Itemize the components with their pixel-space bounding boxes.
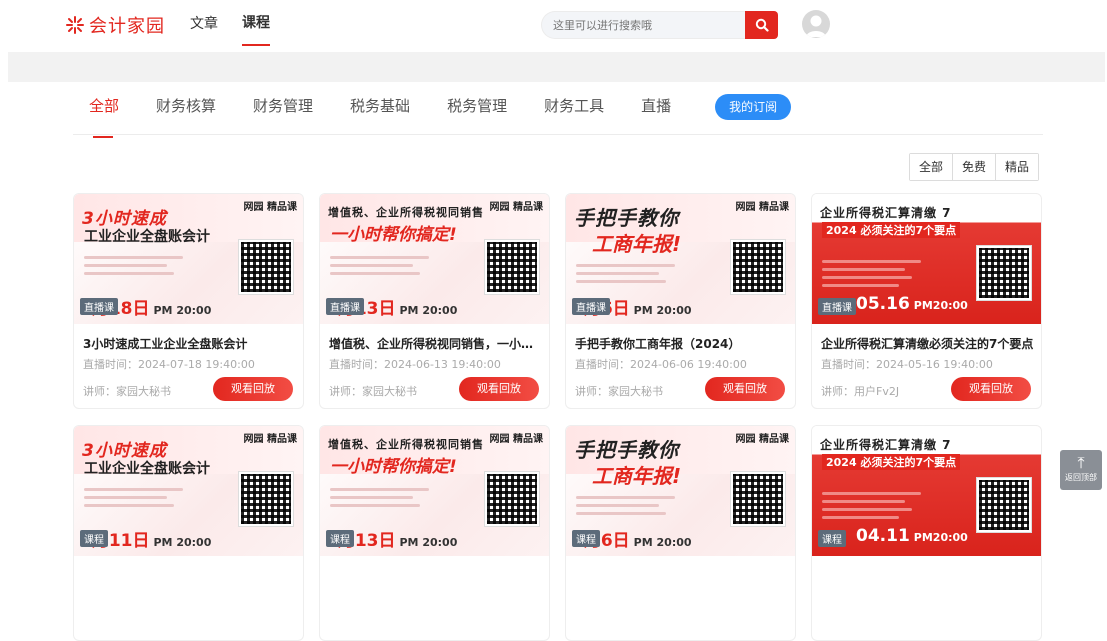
cover-headline: 手把手教你	[574, 438, 679, 462]
cover-headline: 增值税、企业所得税视同销售	[328, 438, 484, 451]
course-card[interactable]: 手把手教你 工商年报! 网园 精品课 6月6日 PM 20:00 课程	[565, 425, 796, 641]
brand-badge: 网园 精品课	[735, 434, 789, 445]
lecturer: 讲师：家园大秘书	[329, 385, 417, 398]
qr-code-icon	[485, 472, 539, 526]
live-tag: 课程	[818, 530, 846, 547]
course-card[interactable]: 3小时速成 工业企业全盘账会计 网园 精品课 7月18日PM 20:00 直播课…	[73, 193, 304, 409]
live-time: 直播时间：2024-06-13 19:40:00	[329, 358, 501, 371]
course-cover[interactable]: 增值税、企业所得税视同销售 一小时帮你搞定! 网园 精品课 6月13日PM 20…	[320, 426, 549, 556]
cover-subline: 2024 必须关注的7个要点	[822, 454, 961, 470]
course-cover[interactable]: 企业所得税汇算清缴 7 2024 必须关注的7个要点 05.16 PM20:00 …	[812, 194, 1041, 324]
course-cover[interactable]: 3小时速成 工业企业全盘账会计 网园 精品课 7月18日PM 20:00 直播课	[74, 194, 303, 324]
course-cover[interactable]: 手把手教你 工商年报! 网园 精品课 6月6日 PM 20:00 课程	[566, 426, 795, 556]
course-card[interactable]: 手把手教你 工商年报! 网园 精品课 6月6日PM 20:00 直播课 手把手教…	[565, 193, 796, 409]
live-tag: 直播课	[80, 298, 118, 315]
course-cover[interactable]: 企业所得税汇算清缴 7 2024 必须关注的7个要点 04.11 PM20:00 …	[812, 426, 1041, 556]
lecturer: 讲师：家园大秘书	[83, 385, 171, 398]
brand-badge: 网园 精品课	[489, 434, 543, 445]
back-to-top-label: 返回顶部	[1065, 473, 1097, 482]
cover-headline: 增值税、企业所得税视同销售	[328, 206, 484, 219]
live-tag: 直播课	[326, 298, 364, 315]
brand-badge: 网园 精品课	[243, 434, 297, 445]
nav-courses[interactable]: 课程	[242, 0, 270, 46]
live-time: 直播时间：2024-05-16 19:40:00	[821, 358, 993, 371]
tab-all[interactable]: 全部	[89, 88, 119, 138]
divider	[73, 134, 1043, 135]
qr-code-icon	[977, 246, 1031, 300]
course-cover[interactable]: 3小时速成 工业企业全盘账会计 网园 精品课 7月11日 PM 20:00 课程	[74, 426, 303, 556]
site-logo[interactable]: 会计家园	[64, 10, 165, 40]
brand-badge: 网园 精品课	[735, 202, 789, 213]
filter-free[interactable]: 免费	[952, 154, 996, 180]
course-card[interactable]: 3小时速成 工业企业全盘账会计 网园 精品课 7月11日 PM 20:00 课程	[73, 425, 304, 641]
watch-replay-button[interactable]: 观看回放	[213, 377, 293, 401]
price-filter: 全部 免费 精品	[909, 153, 1040, 181]
watch-replay-button[interactable]: 观看回放	[459, 377, 539, 401]
course-card[interactable]: 增值税、企业所得税视同销售 一小时帮你搞定! 网园 精品课 6月13日PM 20…	[319, 193, 550, 409]
watch-replay-button[interactable]: 观看回放	[705, 377, 785, 401]
user-icon	[806, 15, 826, 37]
back-to-top-button[interactable]: ⤒ 返回顶部	[1060, 450, 1102, 490]
tab-financial-tools[interactable]: 财务工具	[544, 88, 604, 128]
cover-subline: 工业企业全盘账会计	[84, 461, 210, 477]
live-tag: 课程	[80, 530, 108, 547]
main-nav: 文章 课程	[190, 0, 270, 50]
cover-subline: 一小时帮你搞定!	[330, 225, 457, 245]
live-tag: 课程	[572, 530, 600, 547]
cover-headline: 手把手教你	[574, 206, 679, 230]
live-time: 直播时间：2024-06-06 19:40:00	[575, 358, 747, 371]
tab-live[interactable]: 直播	[641, 88, 671, 128]
logo-text: 会计家园	[89, 16, 165, 37]
qr-code-icon	[731, 472, 785, 526]
qr-code-icon	[485, 240, 539, 294]
course-title[interactable]: 增值税、企业所得税视同销售，一小时帮你搞定！	[329, 335, 543, 352]
lecturer: 讲师：用户Fv2J	[821, 385, 900, 398]
course-cover[interactable]: 手把手教你 工商年报! 网园 精品课 6月6日PM 20:00 直播课	[566, 194, 795, 324]
logo-flower-icon	[66, 16, 84, 34]
course-cover[interactable]: 增值税、企业所得税视同销售 一小时帮你搞定! 网园 精品课 6月13日PM 20…	[320, 194, 549, 324]
tab-tax-management[interactable]: 税务管理	[447, 88, 507, 128]
course-card[interactable]: 企业所得税汇算清缴 7 2024 必须关注的7个要点 04.11 PM20:00 …	[811, 425, 1042, 641]
qr-code-icon	[239, 240, 293, 294]
filter-all[interactable]: 全部	[910, 154, 953, 180]
search-button[interactable]	[745, 11, 778, 39]
cover-headline: 企业所得税汇算清缴 7	[820, 206, 952, 220]
category-tabs: 全部 财务核算 财务管理 税务基础 税务管理 财务工具 直播 我的订阅	[89, 88, 792, 138]
brand-badge: 网园 精品课	[243, 202, 297, 213]
live-tag: 课程	[326, 530, 354, 547]
lecturer: 讲师：家园大秘书	[575, 385, 663, 398]
course-title[interactable]: 手把手教你工商年报（2024）	[575, 335, 789, 352]
course-title[interactable]: 企业所得税汇算清缴必须关注的7个要点	[821, 335, 1035, 352]
live-tag: 直播课	[572, 298, 610, 315]
arrow-up-icon: ⤒	[1077, 453, 1085, 472]
search-input[interactable]	[541, 11, 745, 39]
course-title[interactable]: 3小时速成工业企业全盘账会计	[83, 335, 297, 352]
cover-subline: 工业企业全盘账会计	[84, 229, 210, 245]
banner-placeholder	[8, 52, 1105, 82]
brand-badge: 网园 精品课	[489, 202, 543, 213]
nav-articles[interactable]: 文章	[190, 0, 218, 50]
cover-subline: 工商年报!	[592, 464, 682, 488]
course-card[interactable]: 企业所得税汇算清缴 7 2024 必须关注的7个要点 05.16 PM20:00 …	[811, 193, 1042, 409]
tab-financial-accounting[interactable]: 财务核算	[156, 88, 216, 128]
qr-code-icon	[977, 478, 1031, 532]
course-card[interactable]: 增值税、企业所得税视同销售 一小时帮你搞定! 网园 精品课 6月13日PM 20…	[319, 425, 550, 641]
cover-headline: 企业所得税汇算清缴 7	[820, 438, 952, 452]
cover-subline: 2024 必须关注的7个要点	[822, 222, 961, 238]
tab-financial-management[interactable]: 财务管理	[253, 88, 313, 128]
cover-subline: 一小时帮你搞定!	[330, 457, 457, 477]
search-icon	[755, 18, 769, 32]
my-subscriptions-button[interactable]: 我的订阅	[715, 94, 792, 120]
search-box	[541, 11, 778, 39]
cover-subline: 工商年报!	[592, 232, 682, 256]
qr-code-icon	[239, 472, 293, 526]
tab-tax-basics[interactable]: 税务基础	[350, 88, 410, 128]
user-avatar[interactable]	[802, 10, 830, 38]
live-time: 直播时间：2024-07-18 19:40:00	[83, 358, 255, 371]
filter-premium[interactable]: 精品	[995, 154, 1039, 180]
top-bar: 会计家园 文章 课程	[0, 0, 1107, 50]
watch-replay-button[interactable]: 观看回放	[951, 377, 1031, 401]
qr-code-icon	[731, 240, 785, 294]
live-tag: 直播课	[818, 298, 856, 315]
